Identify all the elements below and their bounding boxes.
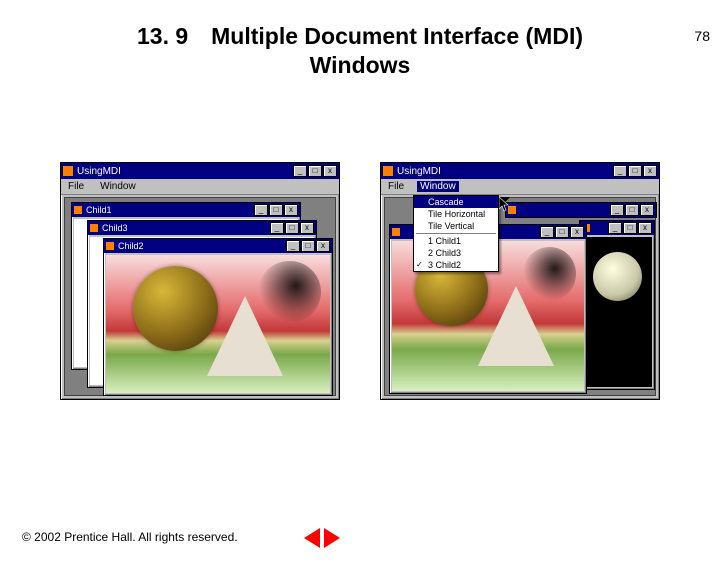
- parent-title-label-2: UsingMDI: [397, 166, 609, 177]
- slide-title: 13. 9 Multiple Document Interface (MDI) …: [0, 22, 720, 80]
- child2-close[interactable]: x: [316, 240, 330, 252]
- menu-tile-vertical[interactable]: Tile Vertical: [414, 220, 498, 232]
- planet-shape: [133, 266, 218, 351]
- child1-title: Child1: [86, 205, 250, 215]
- prev-slide-icon[interactable]: [304, 528, 320, 548]
- menu-window[interactable]: Window: [97, 181, 139, 192]
- childb-min[interactable]: _: [608, 222, 622, 234]
- maximize-button[interactable]: □: [628, 165, 642, 177]
- child2-title: Child2: [118, 241, 282, 251]
- menu-file[interactable]: File: [65, 181, 87, 192]
- child1-max[interactable]: □: [269, 204, 283, 216]
- moon-shape: [593, 252, 642, 301]
- childb-close[interactable]: x: [638, 222, 652, 234]
- mdi-parent-window-2: UsingMDI _ □ x File Window: [380, 162, 660, 400]
- next-slide-icon[interactable]: [324, 528, 340, 548]
- cursor-icon: [499, 197, 511, 213]
- child1-close[interactable]: x: [284, 204, 298, 216]
- close-button[interactable]: x: [323, 165, 337, 177]
- parent-titlebar-2[interactable]: UsingMDI _ □ x: [381, 163, 659, 179]
- child1-titlebar[interactable]: Child1 _ □ x: [72, 203, 300, 217]
- child3-close[interactable]: x: [300, 222, 314, 234]
- title-line-2: Windows: [310, 52, 411, 78]
- window-menu-dropdown: Cascade Tile Horizontal Tile Vertical 1 …: [413, 195, 499, 272]
- child-window-2[interactable]: Child2 _ □ x: [103, 238, 333, 396]
- childp-close[interactable]: x: [640, 204, 654, 216]
- menu-window-open[interactable]: Window: [417, 181, 459, 192]
- child3-title: Child3: [102, 223, 266, 233]
- app-icon: [383, 166, 393, 176]
- child3-max[interactable]: □: [285, 222, 299, 234]
- child-icon: [74, 206, 82, 214]
- menu-cascade[interactable]: Cascade: [414, 196, 498, 208]
- scene-image: [106, 255, 330, 393]
- mdi-client-area: Child1 _ □ x Child3 _: [64, 197, 336, 396]
- minimize-button[interactable]: _: [293, 165, 307, 177]
- child3-titlebar[interactable]: Child3 _ □ x: [88, 221, 316, 235]
- parent-titlebar[interactable]: UsingMDI _ □ x: [61, 163, 339, 179]
- page-number: 78: [694, 28, 710, 44]
- childf-close[interactable]: x: [570, 226, 584, 238]
- menubar-2: File Window: [381, 179, 659, 195]
- child-icon: [106, 242, 114, 250]
- child-window-back[interactable]: _ □ x: [579, 220, 655, 390]
- child2-max[interactable]: □: [301, 240, 315, 252]
- menu-separator: [416, 233, 496, 234]
- screenshot-left: UsingMDI _ □ x File Window Child1 _: [60, 162, 340, 402]
- childf-max[interactable]: □: [555, 226, 569, 238]
- child2-titlebar[interactable]: Child2 _ □ x: [104, 239, 332, 253]
- dark-orb-shape: [258, 261, 321, 324]
- close-button[interactable]: x: [643, 165, 657, 177]
- child-icon: [392, 228, 400, 236]
- child-icon: [90, 224, 98, 232]
- screenshot-right: UsingMDI _ □ x File Window: [380, 162, 660, 402]
- childp-titlebar[interactable]: _ □ x: [506, 203, 656, 217]
- app-icon: [63, 166, 73, 176]
- childb-content: [582, 237, 652, 387]
- menu-tile-horizontal[interactable]: Tile Horizontal: [414, 208, 498, 220]
- menu-child-1[interactable]: 1 Child1: [414, 235, 498, 247]
- parent-title-label: UsingMDI: [77, 166, 289, 177]
- menu-child-3-checked[interactable]: 3 Child2: [414, 259, 498, 271]
- maximize-button[interactable]: □: [308, 165, 322, 177]
- menubar: File Window: [61, 179, 339, 195]
- childb-titlebar[interactable]: _ □ x: [580, 221, 654, 235]
- menu-file-2[interactable]: File: [385, 181, 407, 192]
- childp-min[interactable]: _: [610, 204, 624, 216]
- window-buttons: _ □ x: [293, 165, 337, 177]
- child-window-peek[interactable]: _ □ x: [505, 202, 657, 218]
- dark-orb-shape: [523, 247, 577, 301]
- title-line-1: 13. 9 Multiple Document Interface (MDI): [137, 23, 583, 49]
- childb-max[interactable]: □: [623, 222, 637, 234]
- mdi-parent-window: UsingMDI _ □ x File Window Child1 _: [60, 162, 340, 400]
- child1-min[interactable]: _: [254, 204, 268, 216]
- slide-nav: [304, 528, 340, 548]
- moon-scene: [582, 237, 652, 387]
- minimize-button[interactable]: _: [613, 165, 627, 177]
- menu-child-2[interactable]: 2 Child3: [414, 247, 498, 259]
- child2-min[interactable]: _: [286, 240, 300, 252]
- childf-min[interactable]: _: [540, 226, 554, 238]
- child2-content: [106, 255, 330, 393]
- childp-max[interactable]: □: [625, 204, 639, 216]
- child3-min[interactable]: _: [270, 222, 284, 234]
- copyright-footer: © 2002 Prentice Hall. All rights reserve…: [22, 530, 238, 544]
